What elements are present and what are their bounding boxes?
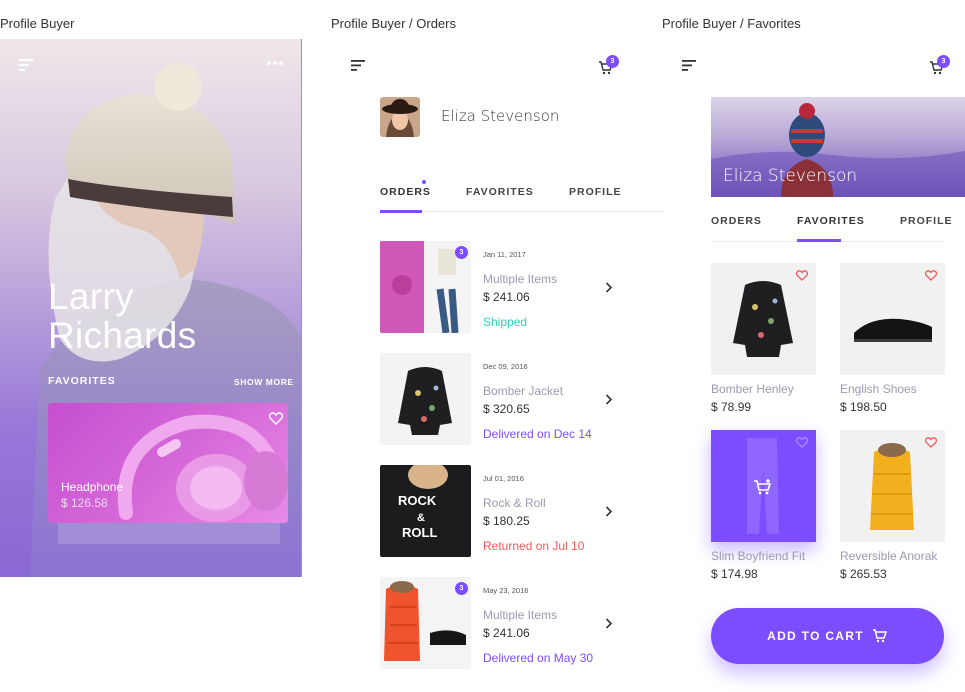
cart-icon: [872, 629, 887, 643]
menu-icon[interactable]: [351, 59, 366, 72]
user-name: Eliza Stevenson: [723, 166, 858, 186]
svg-text:ROCK: ROCK: [398, 493, 437, 508]
item-count-badge: 3: [455, 246, 468, 259]
order-date: Jul 01, 2016: [483, 474, 524, 483]
screen-caption-orders: Profile Buyer / Orders: [331, 16, 456, 31]
tab-favorites[interactable]: FAVORITES: [797, 215, 865, 227]
heart-icon[interactable]: [925, 437, 937, 448]
favorites-heading: FAVORITES: [48, 375, 116, 387]
product-name: English Shoes: [840, 382, 917, 396]
screen-caption-favorites: Profile Buyer / Favorites: [662, 16, 801, 31]
order-status: Delivered on Dec 14: [483, 427, 592, 441]
tab-profile[interactable]: PROFILE: [569, 186, 622, 198]
order-item: Bomber Jacket: [483, 384, 564, 398]
order-date: May 23, 2016: [483, 586, 529, 595]
order-price: $ 241.06: [483, 626, 530, 640]
product-price: $ 198.50: [840, 400, 887, 414]
product-price: $ 265.53: [840, 567, 887, 581]
chevron-right-icon[interactable]: [605, 394, 613, 405]
profile-hero: Eliza Stevenson: [711, 97, 965, 197]
profile-screen: Larry Richards FAVORITES SHOW MORE Headp…: [0, 39, 302, 577]
order-status: Delivered on May 30: [483, 651, 594, 665]
order-status: Returned on Jul 10: [483, 539, 585, 553]
tabs-divider: [422, 211, 664, 212]
cart-button[interactable]: 3: [929, 55, 951, 83]
card-stack-shadow: [58, 522, 280, 544]
order-row[interactable]: ROCK & ROLL Jul 01, 2016 Rock & Roll $ 1…: [380, 465, 620, 557]
order-item: Multiple Items: [483, 608, 558, 622]
order-date: Jan 11, 2017: [483, 250, 526, 259]
menu-icon[interactable]: [19, 58, 35, 72]
menu-icon[interactable]: [682, 59, 697, 72]
product-price: $ 174.98: [711, 567, 758, 581]
profile-first-name: Larry: [48, 276, 134, 317]
headphone-image: [117, 414, 288, 522]
card-title: Headphone: [61, 480, 124, 494]
tab-profile[interactable]: PROFILE: [900, 215, 953, 227]
profile-name: Larry Richards: [48, 277, 196, 355]
show-more-link[interactable]: SHOW MORE: [234, 377, 294, 387]
svg-text:ROLL: ROLL: [402, 525, 437, 540]
order-price: $ 241.06: [483, 290, 530, 304]
heart-icon[interactable]: [796, 270, 808, 281]
tab-orders[interactable]: ORDERS: [711, 215, 762, 227]
active-tab-indicator: [797, 239, 841, 242]
profile-tabs: ORDERS FAVORITES PROFILE: [711, 215, 953, 245]
order-row[interactable]: Dec 09, 2016 Bomber Jacket $ 320.65 Deli…: [380, 353, 620, 445]
cart-button[interactable]: 3: [598, 55, 620, 83]
notification-dot: [422, 180, 426, 184]
order-item: Multiple Items: [483, 272, 558, 286]
order-status: Shipped: [483, 315, 528, 329]
orders-screen: 3 Eliza Stevenson ORDERS FAVORITES PROFI…: [331, 39, 664, 689]
heart-icon[interactable]: [269, 412, 283, 425]
product-price: $ 78.99: [711, 400, 752, 414]
avatar[interactable]: [380, 97, 420, 137]
favorites-screen: 3 Eliza Stevenson ORDERS FAVORITES PROFI…: [662, 39, 965, 689]
order-date: Dec 09, 2016: [483, 362, 528, 371]
order-price: $ 320.65: [483, 402, 530, 416]
tab-favorites[interactable]: FAVORITES: [466, 186, 534, 198]
add-to-cart-icon[interactable]: [753, 478, 773, 496]
add-to-cart-label: ADD TO CART: [767, 629, 864, 643]
product-name: Bomber Henley: [711, 382, 794, 396]
add-to-cart-button[interactable]: ADD TO CART: [711, 608, 944, 664]
order-item: Rock & Roll: [483, 496, 546, 510]
order-row[interactable]: 3 Jan 11, 2017 Multiple Items $ 241.06 S…: [380, 241, 620, 333]
chevron-right-icon[interactable]: [605, 506, 613, 517]
screen-caption-profile: Profile Buyer: [0, 16, 75, 31]
user-name: Eliza Stevenson: [441, 107, 560, 125]
card-price: $ 126.58: [61, 496, 108, 510]
chevron-right-icon[interactable]: [605, 282, 613, 293]
profile-tabs: ORDERS FAVORITES PROFILE: [380, 180, 664, 216]
order-row[interactable]: 3 May 23, 2016 Multiple Items $ 241.06 D…: [380, 577, 620, 669]
order-price: $ 180.25: [483, 514, 530, 528]
cart-count-badge: 3: [937, 55, 950, 68]
favorite-card[interactable]: Headphone $ 126.58: [48, 403, 288, 523]
order-thumbnail: ROCK & ROLL: [380, 465, 471, 557]
product-name: Slim Boyfriend Fit: [711, 549, 806, 563]
more-icon[interactable]: [266, 60, 284, 66]
profile-last-name: Richards: [48, 315, 197, 356]
chevron-right-icon[interactable]: [605, 618, 613, 629]
heart-icon[interactable]: [796, 437, 808, 448]
tab-orders[interactable]: ORDERS: [380, 186, 431, 198]
order-thumbnail: [380, 353, 471, 445]
item-count-badge: 3: [455, 582, 468, 595]
active-tab-indicator: [380, 210, 422, 213]
svg-text:&: &: [417, 512, 425, 524]
heart-icon[interactable]: [925, 270, 937, 281]
cart-count-badge: 3: [606, 55, 619, 68]
product-name: Reversible Anorak: [840, 549, 938, 563]
